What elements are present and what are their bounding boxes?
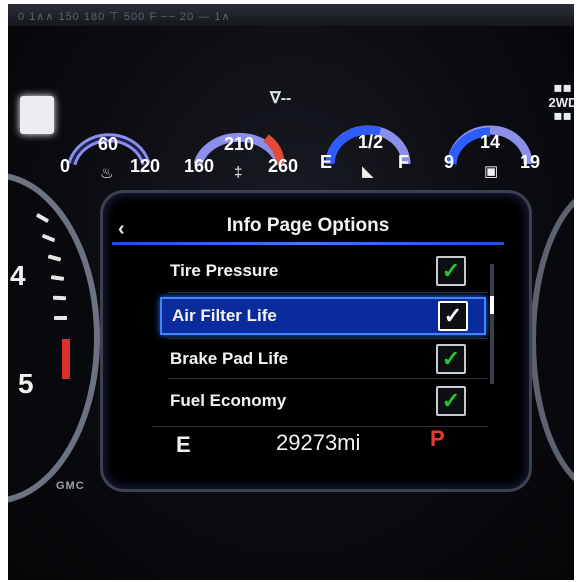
fuel-pump-icon: ◣ <box>362 163 374 180</box>
option-divider <box>168 338 488 339</box>
coolant-temp-gauge: 160 210 260 ‡ <box>184 116 298 186</box>
dial-tick <box>52 295 67 301</box>
checkbox-checked-icon[interactable]: ✓ <box>436 344 466 374</box>
dial-tick <box>54 316 67 320</box>
battery-icon: ▣ <box>484 163 499 180</box>
scrollbar-thumb[interactable] <box>490 296 494 314</box>
fuel-empty-label: E <box>320 152 333 172</box>
dial-number-lower: 5 <box>18 368 34 399</box>
checkbox-checked-icon[interactable]: ✓ <box>436 256 466 286</box>
option-label: Brake Pad Life <box>170 349 289 368</box>
option-divider <box>168 292 488 293</box>
checkbox-checked-icon[interactable]: ✓ <box>436 386 466 416</box>
fuel-full-label: F <box>398 152 409 172</box>
coolant-low-label: 160 <box>184 156 215 176</box>
fuel-gauge: E 1/2 F ◣ <box>318 116 414 186</box>
page-title: Info Page Options <box>226 215 390 236</box>
cruise-indicator: ∇-- <box>270 90 292 107</box>
option-label: Fuel Economy <box>170 391 287 410</box>
top-gauge-strip: 0 1∧∧ 150 180 ⊤ 500 F −− 20 — 1∧ <box>8 4 574 26</box>
oil-low-label: 0 <box>60 156 71 176</box>
fuel-level-indicator: E <box>176 432 191 457</box>
status-bar: E 29273mi P <box>112 426 504 460</box>
battery-low-label: 9 <box>444 152 455 172</box>
drive-mode-label: 2WD <box>548 95 574 110</box>
option-label: Tire Pressure <box>170 261 279 280</box>
tires-icon: ◼◼ <box>553 83 573 94</box>
checkbox-checked-icon[interactable]: ✓ <box>438 301 468 331</box>
option-brake-pad-life[interactable]: Brake Pad Life ✓ <box>160 342 482 376</box>
option-fuel-economy[interactable]: Fuel Economy ✓ <box>160 384 482 418</box>
tires-icon: ◼◼ <box>553 111 573 122</box>
header-divider <box>112 242 504 245</box>
right-dial <box>530 184 574 496</box>
option-label: Air Filter Life <box>172 306 277 325</box>
coolant-mid-label: 210 <box>224 134 255 154</box>
light-glare <box>20 96 54 134</box>
oil-pressure-gauge: 0 60 120 ♨ <box>60 116 160 186</box>
option-air-filter-life[interactable]: Air Filter Life ✓ <box>160 297 486 335</box>
oil-high-label: 120 <box>130 156 161 176</box>
battery-voltage-gauge: 9 14 19 ▣ <box>440 116 540 186</box>
gmc-logo: GMC <box>56 480 85 492</box>
dial-number-upper: 4 <box>10 260 26 291</box>
scrollbar-track[interactable] <box>490 264 494 384</box>
drive-mode-indicator: ◼◼ 2WD ◼◼ <box>546 82 574 124</box>
option-tire-pressure[interactable]: Tire Pressure ✓ <box>160 254 482 288</box>
redline-marker <box>62 339 70 379</box>
oil-can-icon: ♨ <box>100 165 114 182</box>
fuel-half-label: 1/2 <box>358 132 384 152</box>
battery-high-label: 19 <box>520 152 541 172</box>
instrument-cluster: 0 1∧∧ 150 180 ⊤ 500 F −− 20 — 1∧ ∇-- ◼◼ … <box>8 4 574 580</box>
menu-header: ‹ Info Page Options <box>112 212 504 246</box>
info-display: ‹ Info Page Options Tire Pressure ✓ Air … <box>112 212 504 468</box>
left-dial <box>8 172 100 504</box>
battery-mid-label: 14 <box>480 132 501 152</box>
option-divider <box>168 378 488 379</box>
gear-indicator: P <box>430 426 445 451</box>
thermometer-icon: ‡ <box>234 164 243 181</box>
oil-mid-label: 60 <box>98 134 119 154</box>
odometer-readout: 29273mi <box>276 430 361 455</box>
top-strip-label: 0 1∧∧ 150 180 ⊤ 500 F −− 20 — 1∧ <box>18 11 231 23</box>
coolant-high-label: 260 <box>268 156 299 176</box>
